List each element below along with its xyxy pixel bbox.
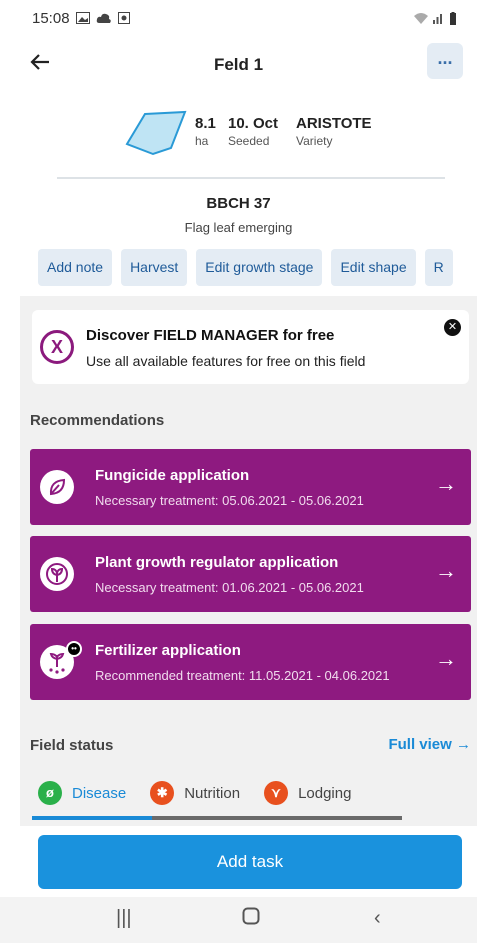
status-time: 15:08 [32, 9, 70, 27]
growth-stage: BBCH 37 [206, 195, 271, 212]
plant-icon [40, 557, 74, 591]
field-summary: 8.1 ha 10. Oct Seeded ARISTOTE Variety [0, 110, 477, 160]
arrow-right-icon: → [435, 558, 457, 583]
growth-stage-description: Flag leaf emerging [184, 220, 293, 235]
status-bar: 15:08 [0, 0, 477, 36]
arrow-right-icon: → [435, 471, 457, 496]
lodging-icon: ⋎ [264, 781, 289, 805]
more-action-button[interactable]: R [424, 249, 453, 286]
recommendations-title: Recommendations [30, 412, 165, 429]
harvest-button[interactable]: Harvest [121, 249, 188, 286]
recent-apps-icon[interactable]: ||| [116, 907, 132, 930]
wifi-icon [414, 13, 428, 24]
signal-icon [433, 14, 442, 24]
promo-card[interactable]: X Discover FIELD MANAGER for free Use al… [32, 310, 469, 384]
field-area: 8.1 ha [195, 115, 216, 148]
arrow-right-icon: → [435, 646, 457, 671]
divider [57, 177, 445, 179]
recommendation-card[interactable]: Plant growth regulator application Neces… [30, 536, 471, 612]
promo-title: Discover FIELD MANAGER for free [86, 327, 335, 344]
battery-icon [450, 11, 456, 25]
tab-nutrition[interactable]: ✱ Nutrition [150, 781, 240, 805]
recommendation-card[interactable]: Fungicide application Necessary treatmen… [30, 449, 471, 525]
close-icon[interactable]: ✕ [444, 319, 461, 336]
edit-shape-button[interactable]: Edit shape [331, 249, 416, 286]
page-title: Feld 1 [213, 55, 264, 74]
leaf-icon: ø [38, 781, 62, 805]
app-header: Feld 1 ... [0, 40, 477, 90]
badge-icon: •• [66, 641, 82, 657]
full-view-link[interactable]: Full view → [388, 736, 471, 753]
promo-subtitle: Use all available features for free on t… [86, 353, 366, 369]
tab-disease[interactable]: ø Disease [38, 781, 126, 805]
tab-lodging[interactable]: ⋎ Lodging [264, 781, 351, 805]
home-icon[interactable] [242, 907, 260, 931]
tab-indicator [32, 816, 402, 820]
field-status-title: Field status [30, 737, 114, 754]
field-status-tabs: ø Disease ✱ Nutrition ⋎ Lodging [38, 781, 375, 805]
system-nav-bar: ||| ‹ [0, 897, 477, 943]
edit-growth-stage-button[interactable]: Edit growth stage [196, 249, 323, 286]
fertilizer-icon: •• [40, 641, 82, 679]
leaf-icon [40, 470, 74, 504]
field-shape-icon [125, 110, 187, 156]
image-notification-icon [75, 12, 90, 24]
back-nav-icon[interactable]: ‹ [374, 907, 381, 930]
app-notification-icon [117, 12, 130, 24]
action-chips: Add note Harvest Edit growth stage Edit … [38, 249, 453, 286]
field-manager-logo-icon: X [40, 330, 74, 364]
field-seeded-date: 10. Oct Seeded [228, 115, 279, 148]
recommendation-card[interactable]: •• Fertilizer application Recommended tr… [30, 624, 471, 700]
nutrition-icon: ✱ [150, 781, 175, 805]
more-options-button[interactable]: ... [427, 43, 463, 79]
field-variety: ARISTOTE Variety [296, 115, 372, 148]
tab-indicator-selected [32, 816, 152, 820]
add-note-button[interactable]: Add note [38, 249, 113, 286]
cloud-icon [96, 13, 111, 23]
add-task-button[interactable]: Add task [38, 835, 462, 889]
